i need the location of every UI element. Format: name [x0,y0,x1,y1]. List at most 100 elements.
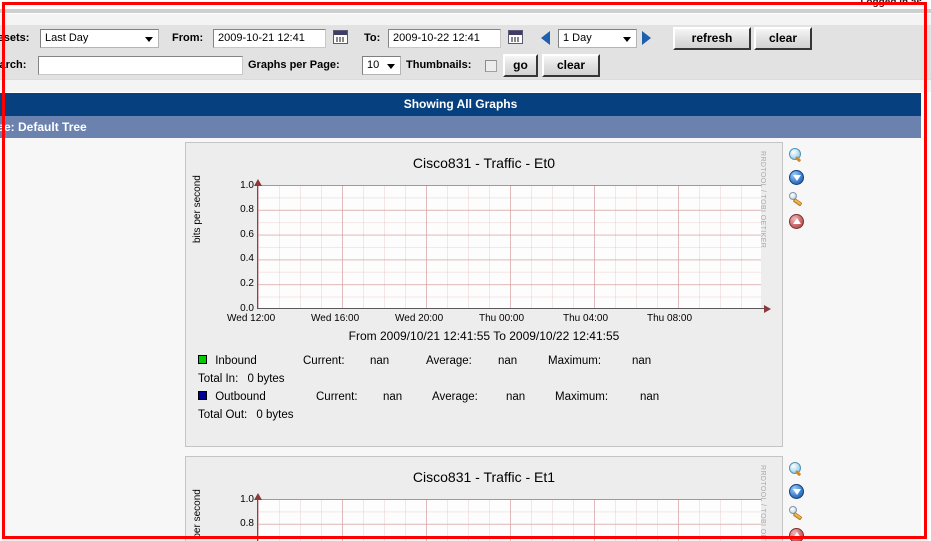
x-axis-arrow-icon [764,305,771,313]
showing-all-graphs-bar: Showing All Graphs [0,93,921,116]
filter-panel-footer [0,79,931,92]
rrdtool-watermark: RRDTOOL / TOBI OETIKER [759,465,766,541]
tree-breadcrumb-bar: Tree: Default Tree [0,116,921,138]
legend-row: Inbound Current: nan Average: nan Maximu… [198,355,778,373]
x-axis-line [257,308,765,309]
rrdtool-watermark: RRDTOOL / TOBI OETIKER [759,151,766,249]
arrow-up-circle-icon[interactable] [789,528,806,541]
magnifier-icon[interactable] [789,462,806,479]
legend-current-label: Current: [303,355,345,367]
filter-row-search: Search: Graphs per Page: 10 Thumbnails: … [0,52,931,79]
legend-current-label: Current: [316,391,358,403]
presets-label: Presets: [0,32,30,44]
thumbnails-checkbox[interactable] [485,60,497,72]
from-label: From: [172,32,204,44]
graph-container: Cisco831 - Traffic - Et0 RRDTOOL / TOBI … [185,142,783,447]
plot-top-gridline [257,185,761,186]
graphs-per-page-select[interactable]: 10 [362,56,401,75]
legend-maximum-label: Maximum: [555,391,609,403]
thumbnails-label: Thumbnails: [406,59,472,71]
y-axis-arrow-icon [254,493,262,500]
y-tick: 0.4 [240,253,254,264]
graph-image[interactable]: Cisco831 - Traffic - Et0 RRDTOOL / TOBI … [186,143,782,446]
y-axis-label: bits per second [192,489,203,541]
wrench-icon[interactable] [789,192,806,209]
y-tick: 1.0 [240,180,254,191]
chevron-down-icon [623,37,631,42]
calendar-icon[interactable] [508,30,523,44]
logged-in-label: Logged in as [860,0,922,8]
graph-action-icons [789,148,811,243]
legend-total-value: 0 bytes [247,373,285,385]
legend-maximum-label: Maximum: [548,355,602,367]
x-tick: Thu 04:00 [563,313,609,324]
legend-swatch-outbound [198,391,207,401]
presets-select[interactable]: Last Day [40,29,159,48]
arrow-right-icon[interactable] [642,31,651,45]
to-label: To: [364,32,381,44]
arrow-down-circle-icon[interactable] [789,484,806,501]
x-tick: Wed 12:00 [227,313,276,324]
arrow-down-circle-icon[interactable] [789,170,806,187]
legend-maximum-value: nan [632,355,652,367]
legend-total-label: Total In: [198,373,239,385]
y-tick: 1.0 [240,494,254,505]
graphs-content-area: Cisco831 - Traffic - Et0 RRDTOOL / TOBI … [0,138,921,541]
top-status-strip: Logged in as [0,0,931,13]
y-tick: 0.8 [240,518,254,529]
arrow-up-circle-icon[interactable] [789,214,806,231]
legend-average-value: nan [506,391,526,403]
plot-top-gridline [257,499,761,500]
refresh-button[interactable]: refresh [673,27,751,50]
arrow-left-icon[interactable] [541,31,550,45]
legend-average-label: Average: [432,391,478,403]
presets-selected-value: Last Day [45,32,89,44]
graphs-per-page-value: 10 [367,59,380,71]
y-axis-label: bits per second [192,175,203,243]
plot-area [257,185,761,309]
graph-action-icons [789,462,811,541]
y-tick: 0.6 [240,229,254,240]
legend-name: Inbound [215,355,257,367]
time-span-value: 1 Day [563,32,592,44]
chevron-down-icon [145,37,153,42]
search-label: Search: [0,59,27,71]
legend-current-value: nan [370,355,390,367]
cacti-graph-view-page: Logged in as Presets: Last Day From: 200… [0,0,931,541]
legend-current-value: nan [383,391,403,403]
x-tick: Thu 00:00 [479,313,525,324]
y-tick: 0.8 [240,204,254,215]
legend-total-label: Total Out: [198,409,248,421]
legend-row: Total Out: 0 bytes [198,409,778,427]
legend-name: Outbound [215,391,266,403]
search-input[interactable] [38,56,243,75]
legend-average-value: nan [498,355,518,367]
graph-legend: Inbound Current: nan Average: nan Maximu… [198,355,778,427]
plot-area [257,499,761,541]
legend-swatch-inbound [198,355,207,365]
y-axis-arrow-icon [254,179,262,186]
x-tick: Wed 16:00 [311,313,360,324]
graph-container: Cisco831 - Traffic - Et1 RRDTOOL / TOBI … [185,456,783,541]
legend-row: Outbound Current: nan Average: nan Maxim… [198,391,778,409]
time-span-select[interactable]: 1 Day [558,29,637,48]
wrench-icon[interactable] [789,506,806,523]
filter-row-dates: Presets: Last Day From: 2009-10-21 12:41… [0,25,931,52]
legend-row: Total In: 0 bytes [198,373,778,391]
legend-maximum-value: nan [640,391,660,403]
magnifier-icon[interactable] [789,148,806,165]
to-date-input[interactable]: 2009-10-22 12:41 [388,29,501,48]
filter-toolbar: Presets: Last Day From: 2009-10-21 12:41… [0,13,931,92]
calendar-icon[interactable] [333,30,348,44]
x-tick: Thu 08:00 [647,313,693,324]
go-button[interactable]: go [503,54,538,77]
clear-filter-button[interactable]: clear [542,54,600,77]
legend-average-label: Average: [426,355,472,367]
graph-image[interactable]: Cisco831 - Traffic - Et1 RRDTOOL / TOBI … [186,457,782,541]
clear-button[interactable]: clear [754,27,812,50]
legend-total-value: 0 bytes [256,409,294,421]
x-tick: Wed 20:00 [395,313,444,324]
graph-time-range-caption: From 2009/10/21 12:41:55 To 2009/10/22 1… [348,329,620,343]
from-date-input[interactable]: 2009-10-21 12:41 [213,29,326,48]
graphs-per-page-label: Graphs per Page: [248,59,340,71]
